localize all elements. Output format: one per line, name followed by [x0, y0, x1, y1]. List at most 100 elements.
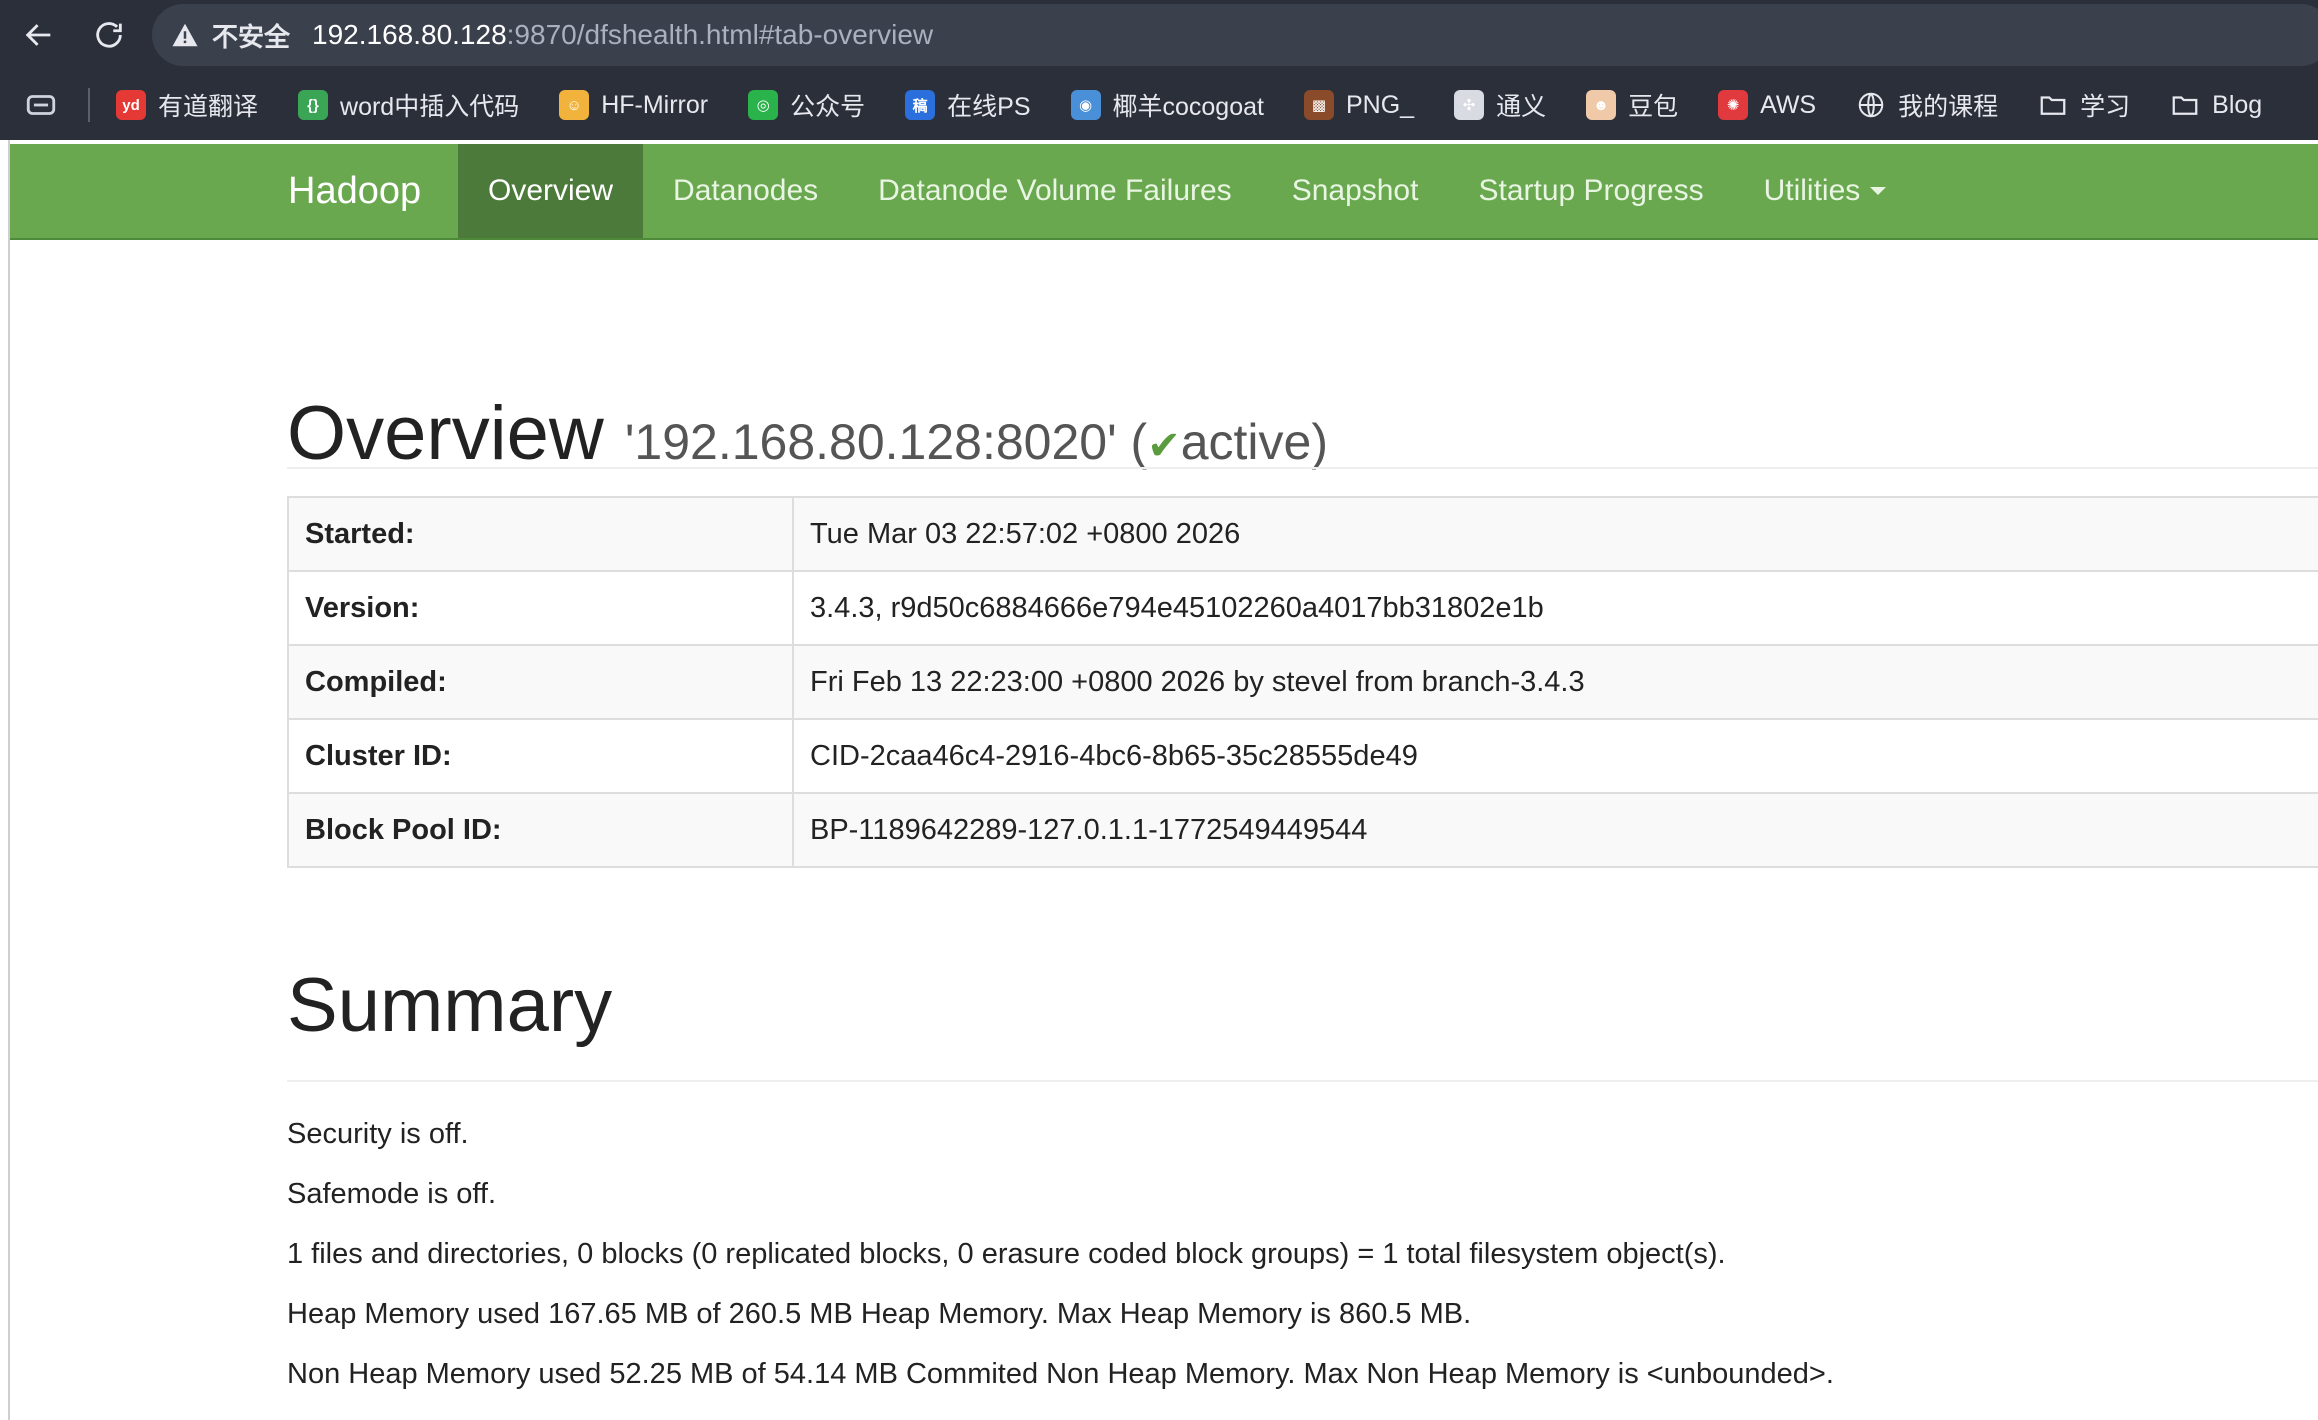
tab-startup-progress[interactable]: Startup Progress: [1448, 144, 1733, 238]
caret-down-icon: [1870, 187, 1887, 195]
row-key: Compiled:: [287, 644, 794, 720]
doubao-icon: ☻: [1586, 90, 1617, 120]
cocogoat-icon: ◉: [1070, 90, 1101, 120]
brand-link[interactable]: Hadoop: [288, 144, 458, 238]
bookmark-label: 通义: [1496, 93, 1547, 121]
bookmark-label: Blog: [2212, 90, 2263, 119]
table-row: Started: Tue Mar 03 22:57:02 +0800 2026: [287, 496, 2318, 572]
bookmark-9[interactable]: ✺ AWS: [1718, 90, 1816, 120]
summary-line: Safemode is off.: [287, 1178, 497, 1210]
tab-label: Overview: [488, 174, 614, 207]
overview-info-table: Started: Tue Mar 03 22:57:02 +0800 2026 Ve…: [287, 496, 2318, 868]
summary-line: Heap Memory used 167.65 MB of 260.5 MB H…: [287, 1298, 1472, 1330]
summary-divider: [287, 1080, 2318, 1082]
row-key: Cluster ID:: [287, 718, 794, 794]
bookmark-label: PNG_: [1345, 90, 1415, 119]
row-value: Fri Feb 13 22:23:00 +0800 2026 by stevel…: [792, 644, 2318, 720]
tab-snapshot[interactable]: Snapshot: [1262, 144, 1449, 238]
row-key: Block Pool ID:: [287, 792, 794, 868]
bookmark-5[interactable]: ◉ 椰羊cocogoat: [1070, 87, 1264, 123]
photopea-icon: 稿: [905, 90, 936, 120]
aws-icon: ✺: [1718, 90, 1749, 120]
hugging-face-icon: ☺: [559, 90, 590, 120]
tab-utilities[interactable]: Utilities: [1734, 144, 1917, 238]
paren-open: (: [1116, 414, 1148, 470]
hadoop-page: Hadoop Overview Datanodes Datanode Volume …: [8, 140, 2318, 1420]
globe-icon: [1856, 90, 1886, 120]
wechat-icon: ◎: [748, 90, 779, 120]
url-path: :9870/dfshealth.html#tab-overview: [506, 19, 934, 50]
browser-chrome: 不安全 192.168.80.128:9870/dfshealth.html#t…: [0, 0, 2318, 140]
url-host: 192.168.80.128: [312, 19, 507, 50]
bookmarks-divider: [88, 88, 90, 122]
row-value: Tue Mar 03 22:57:02 +0800 2026: [792, 496, 2318, 572]
tab-label: Startup Progress: [1478, 174, 1704, 207]
png-icon: ▩: [1303, 90, 1334, 120]
folder-icon: [2170, 90, 2200, 120]
table-row: Compiled: Fri Feb 13 22:23:00 +0800 2026 …: [287, 644, 2318, 720]
summary-lines: Security is off. Safemode is off. 1 files …: [287, 1116, 1834, 1416]
bookmark-label: 我的课程: [1898, 93, 1999, 121]
overview-heading: Overview '192.168.80.128:8020' (✔active): [287, 390, 1328, 477]
namenode-state: active: [1180, 414, 1312, 470]
overview-divider: [287, 467, 2318, 469]
bookmark-2[interactable]: ☺ HF-Mirror: [559, 90, 708, 120]
tab-datanode-volume-failures[interactable]: Datanode Volume Failures: [848, 144, 1262, 238]
row-key: Started:: [287, 496, 794, 572]
bookmarks-bar: yd 有道翻译 {} word中插入代码 ☺ HF-Mirror ◎ 公众号 稿在线PS ◉ 椰羊c…: [0, 70, 2318, 140]
bookmark-10[interactable]: 我的课程: [1856, 87, 1998, 123]
reload-button[interactable]: [84, 10, 134, 60]
tab-label: Datanode Volume Failures: [878, 174, 1232, 207]
summary-heading: Summary: [287, 963, 613, 1048]
row-value: CID-2caa46c4-2916-4bc6-8b65-35c28555de49: [792, 718, 2318, 794]
checkmark-icon: ✔: [1147, 424, 1181, 468]
folder-icon: [2038, 90, 2068, 120]
tab-overview[interactable]: Overview: [458, 144, 644, 238]
bookmark-11[interactable]: 学习: [2038, 87, 2130, 123]
warning-icon: [172, 23, 198, 47]
table-row: Block Pool ID: BP-1189642289-127.0.1.1-17…: [287, 792, 2318, 868]
address-bar[interactable]: 不安全 192.168.80.128:9870/dfshealth.html#t…: [152, 4, 2318, 66]
summary-line: 1 files and directories, 0 blocks (0 rep…: [287, 1238, 1726, 1270]
tab-label: Datanodes: [673, 174, 819, 207]
tab-label: Utilities: [1763, 174, 1861, 207]
top-navbar: Hadoop Overview Datanodes Datanode Volume …: [10, 144, 2318, 240]
namenode-address: '192.168.80.128:8020': [624, 414, 1117, 470]
row-value: BP-1189642289-127.0.1.1-1772549449544: [792, 792, 2318, 868]
table-row: Cluster ID: CID-2caa46c4-2916-4bc6-8b65-3…: [287, 718, 2318, 794]
paren-close: ): [1311, 414, 1328, 470]
bookmark-label: 椰羊cocogoat: [1112, 93, 1264, 121]
bookmark-1[interactable]: {} word中插入代码: [298, 87, 519, 123]
bookmark-0[interactable]: yd 有道翻译: [116, 87, 258, 123]
tongyi-icon: ✣: [1454, 90, 1485, 120]
table-row: Version: 3.4.3, r9d50c6884666e794e4510226…: [287, 570, 2318, 646]
bookmark-label: HF-Mirror: [601, 90, 709, 119]
row-key: Version:: [287, 570, 794, 646]
bookmark-4[interactable]: 稿在线PS: [905, 87, 1031, 123]
address-row: 不安全 192.168.80.128:9870/dfshealth.html#t…: [0, 0, 2318, 70]
reload-icon: [96, 22, 122, 48]
bookmark-label: 有道翻译: [158, 93, 259, 121]
bookmark-label: AWS: [1760, 90, 1817, 119]
security-label: 不安全: [212, 21, 291, 52]
bookmark-label: 豆包: [1628, 93, 1679, 121]
bookmark-12[interactable]: Blog: [2170, 90, 2262, 120]
tab-search-icon[interactable]: [24, 88, 58, 122]
bookmark-8[interactable]: ☻ 豆包: [1586, 87, 1678, 123]
summary-line: Non Heap Memory used 52.25 MB of 54.14 M…: [287, 1358, 1834, 1390]
arrow-left-icon: [25, 24, 51, 46]
overview-title: Overview: [287, 391, 604, 476]
tab-label: Snapshot: [1291, 174, 1419, 207]
bookmark-3[interactable]: ◎ 公众号: [748, 87, 865, 123]
bookmark-label: 学习: [2080, 93, 2131, 121]
tab-datanodes[interactable]: Datanodes: [643, 144, 848, 238]
bookmark-label: word中插入代码: [340, 93, 520, 121]
bookmark-7[interactable]: ✣ 通义: [1454, 87, 1546, 123]
back-button[interactable]: [14, 10, 64, 60]
bookmark-label: 在线PS: [947, 93, 1031, 121]
row-value: 3.4.3, r9d50c6884666e794e45102260a4017bb…: [792, 570, 2318, 646]
code-braces-icon: {}: [298, 90, 329, 120]
bookmark-6[interactable]: ▩ PNG_: [1303, 90, 1415, 120]
youdao-icon: yd: [116, 90, 146, 120]
summary-line: Security is off.: [287, 1118, 469, 1150]
